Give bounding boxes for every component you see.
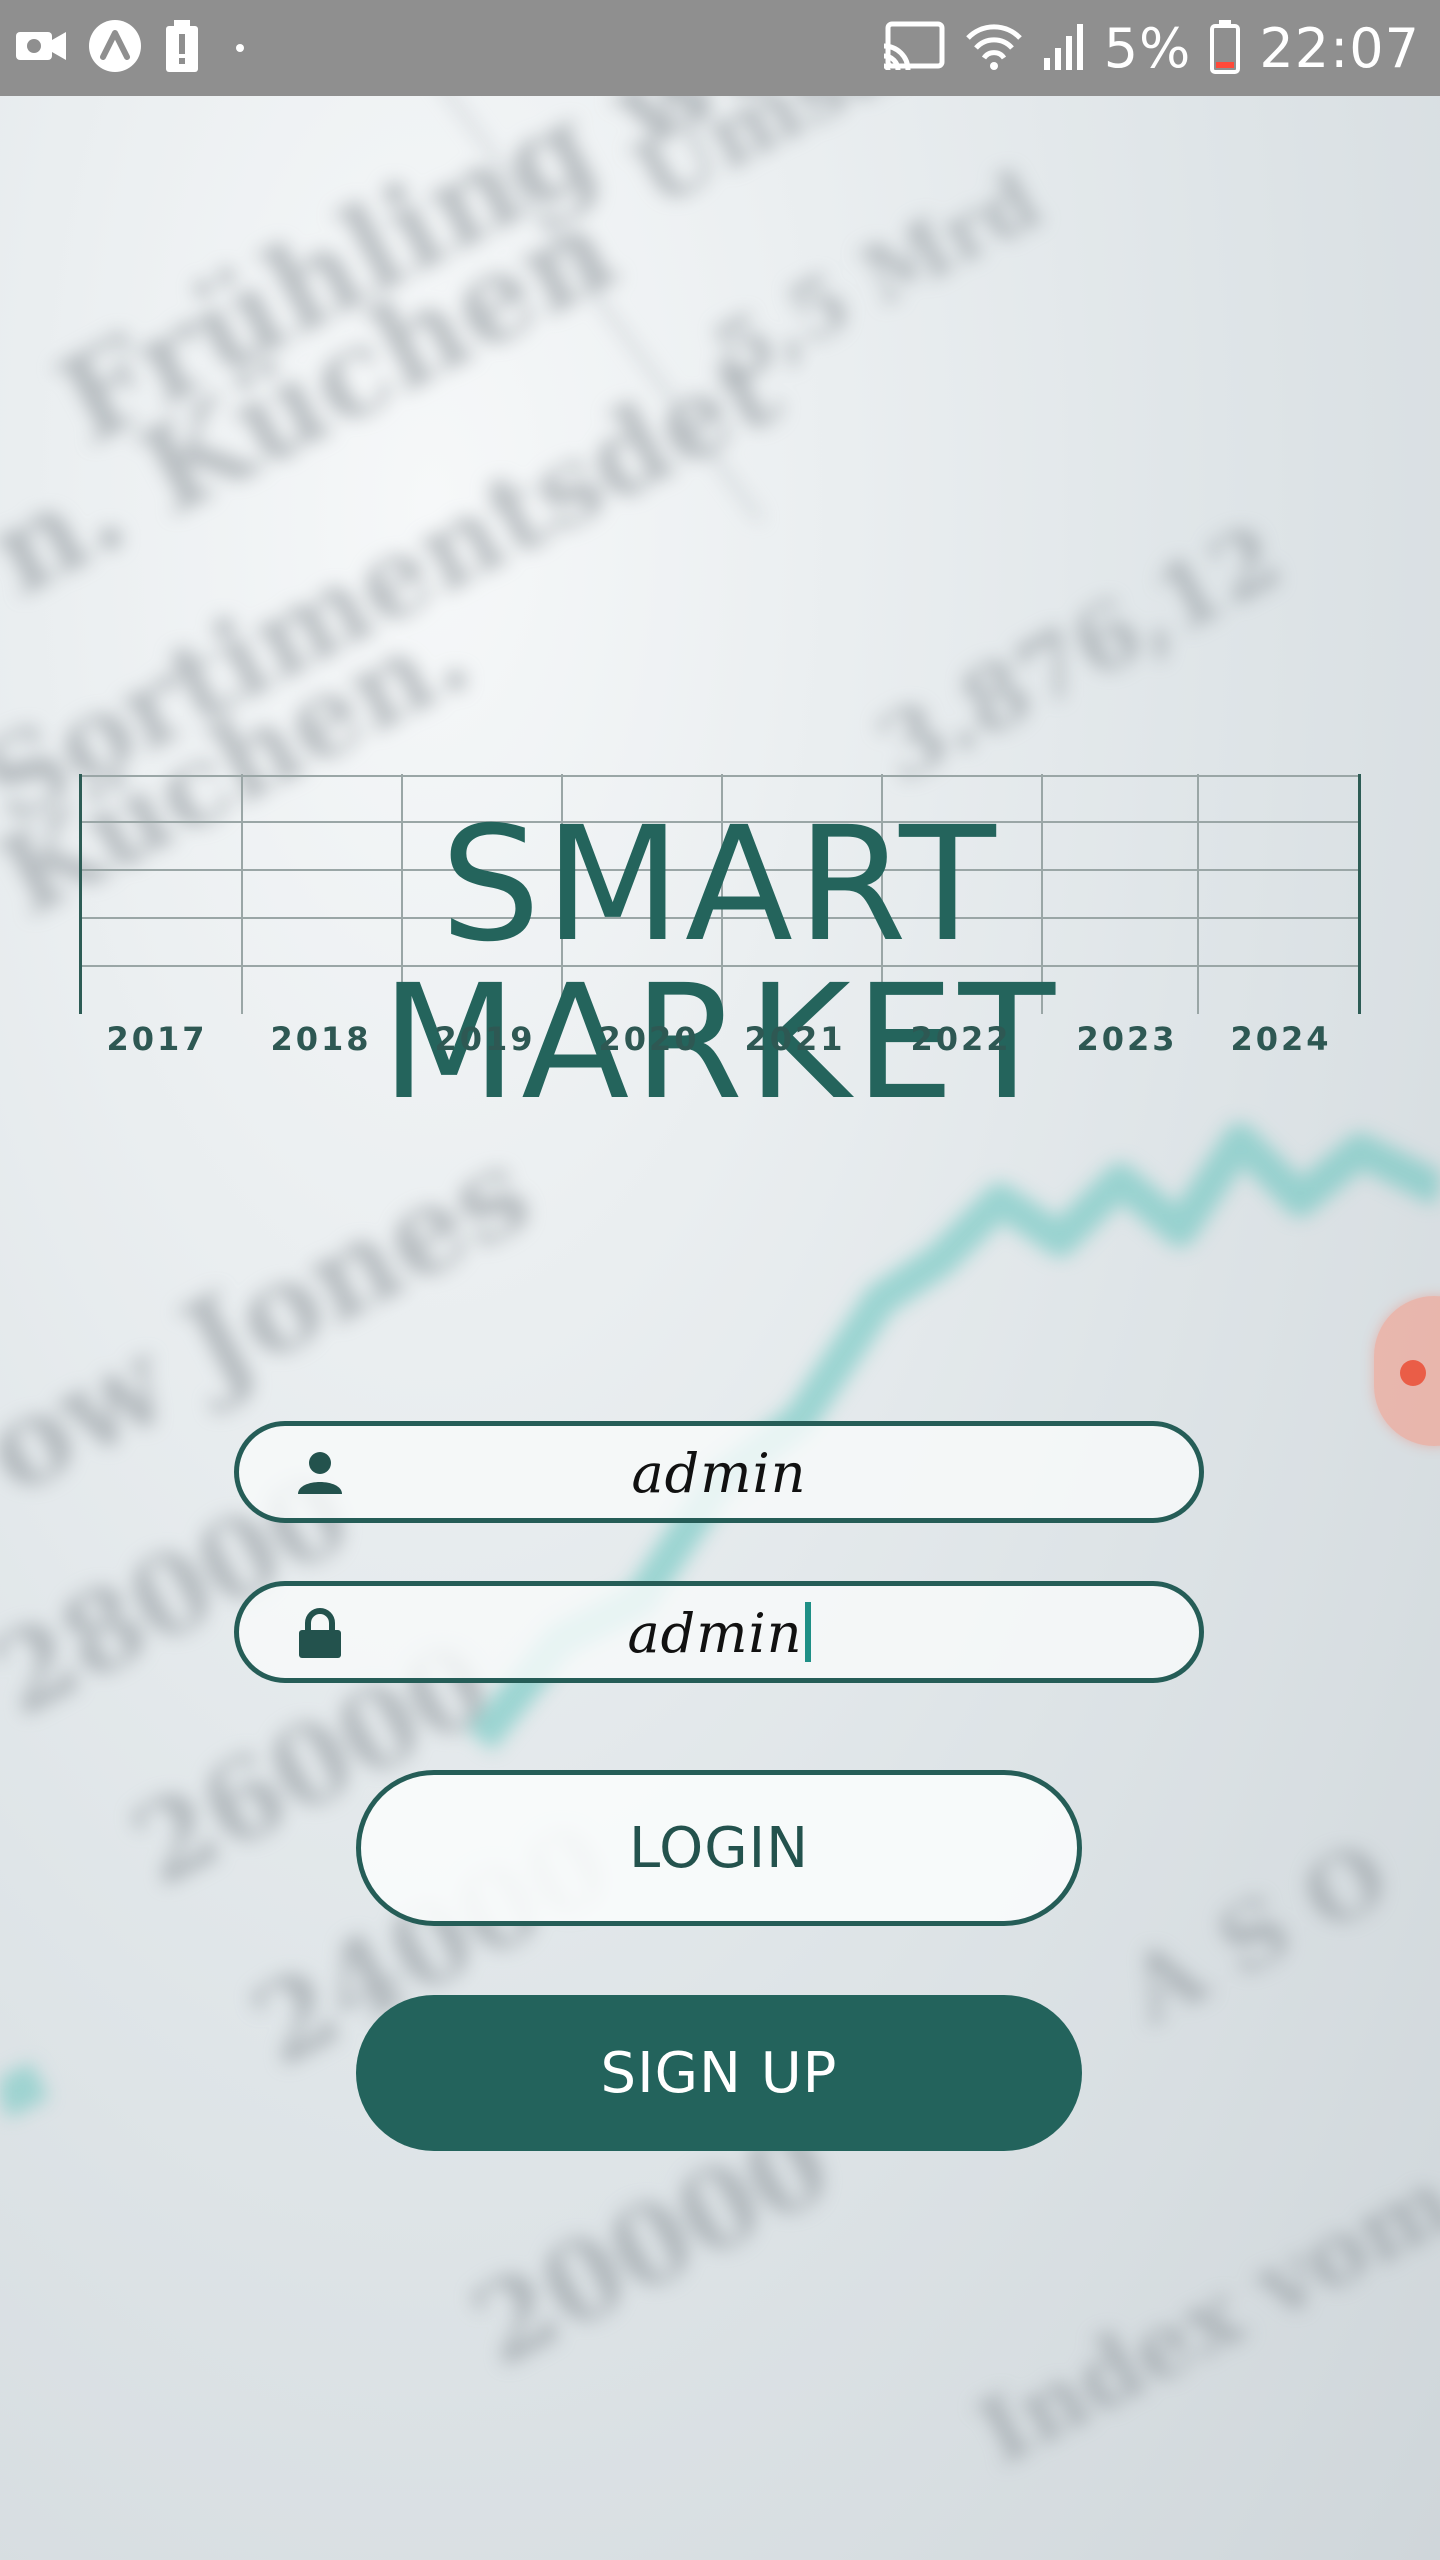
logo-year: 2017 xyxy=(106,1020,208,1058)
password-value-wrap: admin xyxy=(239,1602,1199,1665)
record-dot-icon xyxy=(1400,1360,1426,1386)
battery-icon xyxy=(1209,18,1241,79)
status-bar-right: 5% 22:07 xyxy=(880,16,1420,80)
logo-year: 2023 xyxy=(1076,1020,1178,1058)
login-button[interactable]: LOGIN xyxy=(356,1770,1082,1926)
logo-year: 2020 xyxy=(598,1020,700,1058)
status-bar-left xyxy=(14,18,244,79)
camera-icon xyxy=(14,26,68,71)
password-value: admin xyxy=(627,1602,803,1665)
status-time: 22:07 xyxy=(1259,16,1420,80)
cast-icon xyxy=(880,20,946,77)
logo-year: 2021 xyxy=(744,1020,846,1058)
logo-title: SMART MARKET xyxy=(380,793,1060,1135)
wifi-icon xyxy=(964,20,1024,77)
username-value: admin xyxy=(631,1442,807,1505)
background-blur: Frühling wei n. Küchen Sortimentsdet Küc… xyxy=(0,0,1440,2486)
logo-year: 2024 xyxy=(1230,1020,1332,1058)
notification-dot-icon xyxy=(236,44,244,52)
signal-icon xyxy=(1042,20,1086,77)
signup-button[interactable]: SIGN UP xyxy=(356,1995,1082,2151)
logo-years: 2017 2018 2019 2020 2021 2022 2023 2024 xyxy=(79,1020,1361,1064)
app-logo: SMART MARKET xyxy=(79,774,1361,1122)
status-bar: 5% 22:07 xyxy=(0,0,1440,96)
username-field[interactable]: admin xyxy=(234,1421,1204,1523)
logo-year: 2018 xyxy=(270,1020,372,1058)
password-field[interactable]: admin xyxy=(234,1581,1204,1683)
arc-icon xyxy=(88,19,142,78)
battery-percent: 5% xyxy=(1103,16,1192,80)
logo-year: 2022 xyxy=(910,1020,1012,1058)
logo-year: 2019 xyxy=(434,1020,536,1058)
text-caret xyxy=(804,1602,811,1662)
battery-alert-icon xyxy=(162,18,202,79)
background-image: Frühling wei n. Küchen Sortimentsdet Küc… xyxy=(0,0,1440,2560)
